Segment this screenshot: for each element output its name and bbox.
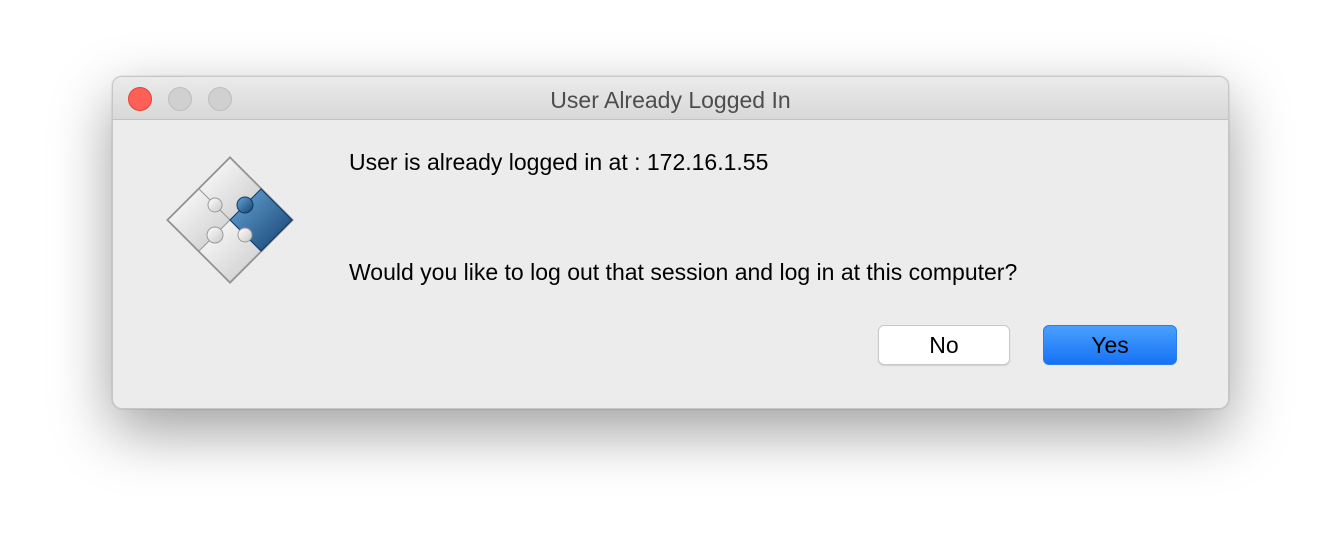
window-title: User Already Logged In — [550, 87, 791, 113]
puzzle-diamond-icon — [166, 156, 294, 284]
logout-question-message: Would you like to log out that session a… — [349, 259, 1018, 285]
title-bar[interactable]: User Already Logged In — [113, 77, 1228, 120]
no-button[interactable]: No — [878, 325, 1010, 365]
dialog-window: User Already Logged In User is already l… — [112, 76, 1229, 409]
desktop-background: User Already Logged In User is already l… — [0, 0, 1342, 558]
yes-button[interactable]: Yes — [1043, 325, 1177, 365]
logged-in-location-message: User is already logged in at : 172.16.1.… — [349, 149, 769, 175]
